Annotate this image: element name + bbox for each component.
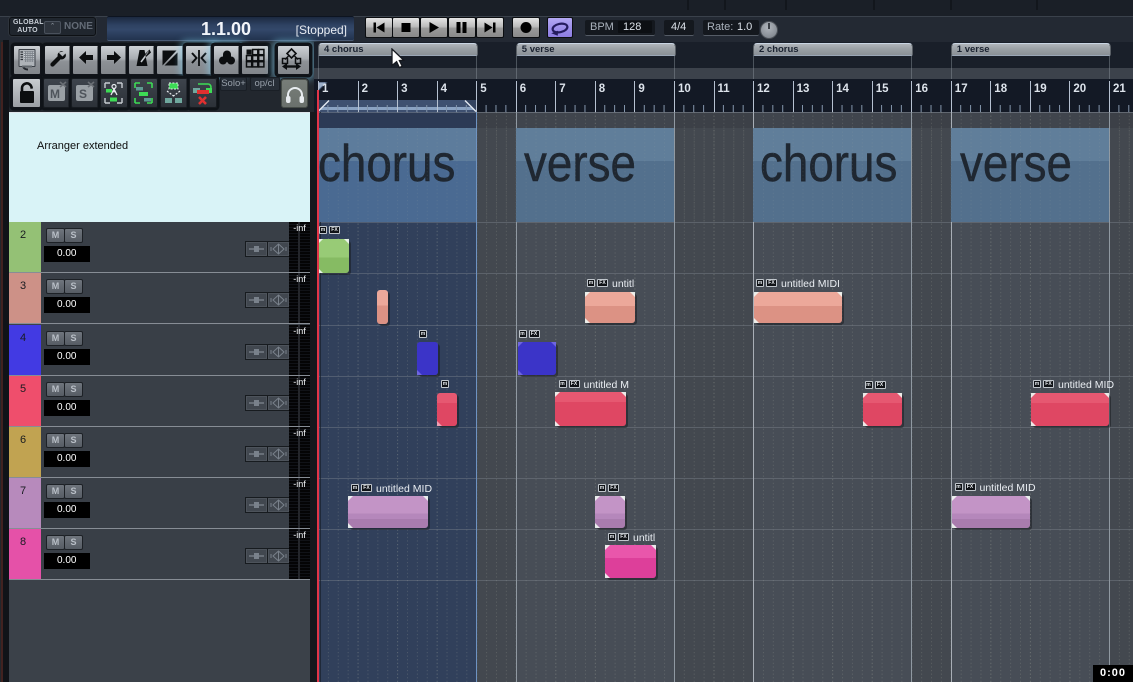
- svg-text:S: S: [78, 87, 86, 101]
- svg-text:M: M: [50, 87, 60, 101]
